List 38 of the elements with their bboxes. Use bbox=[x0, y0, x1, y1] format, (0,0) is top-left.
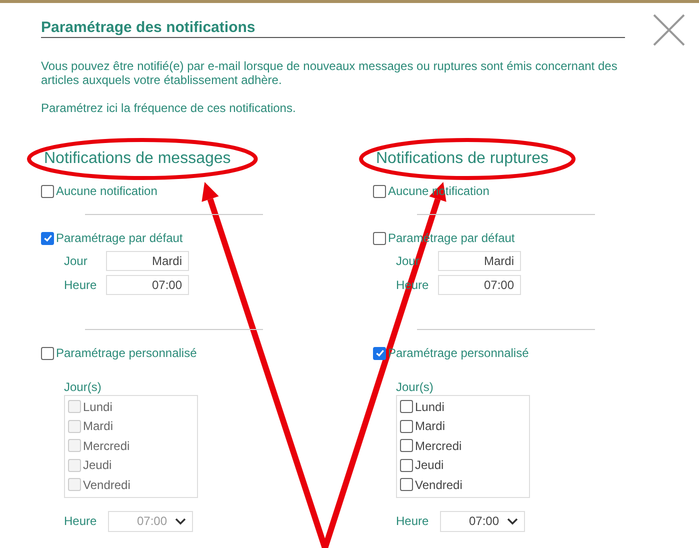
field-label: Jour(s) bbox=[64, 380, 102, 394]
checkbox[interactable] bbox=[400, 478, 413, 492]
intro-text: Vous pouvez être notifié(e) par e-mail lorsque de nouveaux messages ou ruptures sont émis concernant des articles auxquels votre établissement adhère. bbox=[41, 59, 618, 87]
checkbox[interactable] bbox=[400, 400, 413, 414]
day-label[interactable]: Jeudi bbox=[415, 458, 444, 472]
day-label[interactable]: Lundi bbox=[415, 400, 444, 414]
field-label: Jour(s) bbox=[396, 380, 434, 394]
field-label: Jour bbox=[64, 254, 88, 268]
checkbox[interactable] bbox=[373, 184, 386, 198]
section-heading: Notifications de messages bbox=[44, 149, 231, 169]
checkbox[interactable] bbox=[41, 346, 54, 360]
time-dropdown[interactable]: 07:00 bbox=[440, 510, 525, 532]
checkbox[interactable] bbox=[373, 232, 386, 244]
input-field[interactable]: 07:00 bbox=[438, 275, 521, 295]
input-field[interactable]: 07:00 bbox=[106, 275, 189, 295]
checkbox[interactable] bbox=[400, 458, 413, 472]
day-label[interactable]: Mercredi bbox=[415, 438, 462, 453]
checkbox[interactable] bbox=[41, 184, 54, 198]
field-label: Heure bbox=[396, 514, 430, 528]
input-field[interactable]: Mardi bbox=[438, 251, 521, 271]
day-label[interactable]: Vendredi bbox=[415, 478, 462, 492]
field-label: Heure bbox=[64, 514, 98, 528]
chevron-down-icon bbox=[507, 518, 518, 524]
day-label[interactable]: Mardi bbox=[415, 419, 446, 434]
checkbox-label[interactable]: Paramétrage par défaut bbox=[56, 231, 183, 245]
checkbox-label[interactable]: Paramétrage personnalisé bbox=[56, 346, 197, 360]
field-label: Heure bbox=[64, 278, 97, 292]
hint-text: Paramétrez ici la fréquence de ces notifications. bbox=[41, 101, 297, 115]
checkbox[interactable] bbox=[400, 420, 413, 433]
dialog-title: Paramétrage des notifications bbox=[41, 19, 256, 36]
close-icon[interactable] bbox=[652, 13, 686, 47]
input-field[interactable]: Mardi bbox=[106, 251, 189, 271]
checkbox[interactable] bbox=[373, 346, 386, 360]
checkbox[interactable] bbox=[400, 439, 413, 452]
checkbox[interactable] bbox=[41, 232, 54, 244]
checkbox-label[interactable]: Aucune notification bbox=[56, 184, 158, 198]
chevron-down-icon bbox=[175, 518, 186, 524]
section-heading: Notifications de ruptures bbox=[376, 149, 549, 169]
